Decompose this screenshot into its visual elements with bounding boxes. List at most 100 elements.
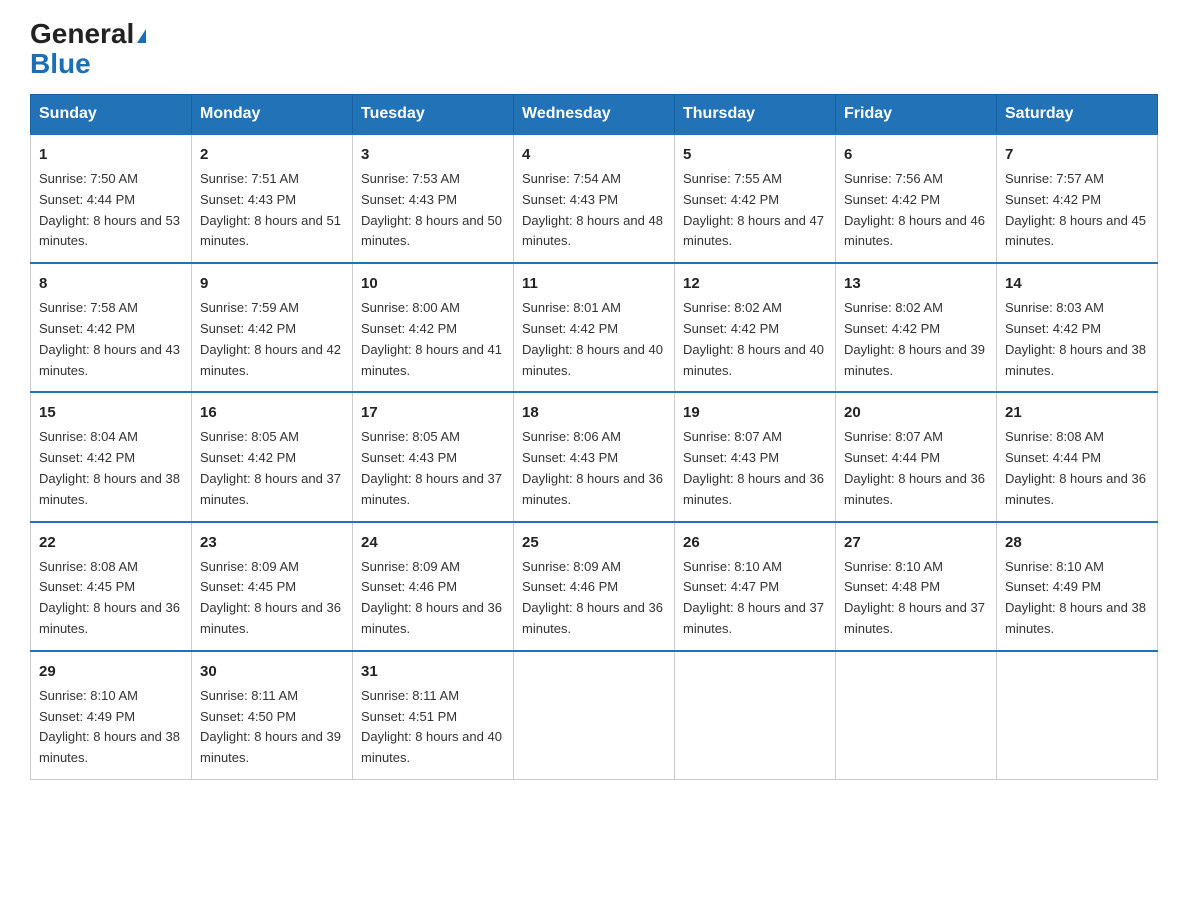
sunset-info: Sunset: 4:44 PM <box>844 450 940 465</box>
sunset-info: Sunset: 4:49 PM <box>1005 579 1101 594</box>
calendar-cell: 31Sunrise: 8:11 AMSunset: 4:51 PMDayligh… <box>353 651 514 780</box>
day-number: 5 <box>683 143 827 167</box>
day-number: 13 <box>844 272 988 296</box>
day-number: 10 <box>361 272 505 296</box>
calendar-cell: 27 Sunrise: 8:10 AM Sunset: 4:48 PM Dayligh… <box>836 522 997 651</box>
day-number: 28 <box>1005 531 1149 555</box>
calendar-cell: 24Sunrise: 8:09 AMSunset: 4:46 PMDayligh… <box>353 522 514 651</box>
sunrise-info: Sunrise: 7:50 AM <box>39 171 138 186</box>
calendar-cell <box>997 651 1158 780</box>
calendar-cell: 28Sunrise: 8:10 AMSunset: 4:49 PMDayligh… <box>997 522 1158 651</box>
day-number: 12 <box>683 272 827 296</box>
daylight-info: Daylight: 8 hours and 41 minutes. <box>361 342 502 378</box>
daylight-info: Daylight: 8 hours and 36 minutes. <box>200 600 341 636</box>
calendar-cell: 29Sunrise: 8:10 AMSunset: 4:49 PMDayligh… <box>31 651 192 780</box>
sunset-info: Sunset: 4:42 PM <box>39 450 135 465</box>
calendar-cell <box>836 651 997 780</box>
day-number: 29 <box>39 660 183 684</box>
daylight-info: Daylight: 8 hours and 53 minutes. <box>39 213 180 249</box>
daylight-info: Daylight: 8 hours and 42 minutes. <box>200 342 341 378</box>
calendar-cell: 9Sunrise: 7:59 AMSunset: 4:42 PMDaylight… <box>192 263 353 392</box>
day-number: 20 <box>844 401 988 425</box>
day-number: 2 <box>200 143 344 167</box>
day-number: 7 <box>1005 143 1149 167</box>
sunset-info: Sunset: 4:42 PM <box>361 321 457 336</box>
col-header-saturday: Saturday <box>997 95 1158 135</box>
daylight-info: Daylight: 8 hours and 36 minutes. <box>1005 471 1146 507</box>
daylight-info: Daylight: 8 hours and 38 minutes. <box>1005 342 1146 378</box>
sunrise-info: Sunrise: 8:00 AM <box>361 300 460 315</box>
sunrise-info: Sunrise: 8:09 AM <box>522 559 621 574</box>
logo: General Blue <box>30 20 146 78</box>
daylight-info: Daylight: 8 hours and 36 minutes. <box>522 471 663 507</box>
calendar-cell: 4Sunrise: 7:54 AMSunset: 4:43 PMDaylight… <box>514 134 675 263</box>
daylight-info: Daylight: 8 hours and 36 minutes. <box>683 471 824 507</box>
sunrise-info: Sunrise: 7:55 AM <box>683 171 782 186</box>
sunrise-info: Sunrise: 8:07 AM <box>844 429 943 444</box>
calendar-cell: 3Sunrise: 7:53 AMSunset: 4:43 PMDaylight… <box>353 134 514 263</box>
sunset-info: Sunset: 4:50 PM <box>200 709 296 724</box>
sunrise-info: Sunrise: 8:01 AM <box>522 300 621 315</box>
week-row-3: 15Sunrise: 8:04 AMSunset: 4:42 PMDayligh… <box>31 392 1158 521</box>
sunset-info: Sunset: 4:42 PM <box>200 450 296 465</box>
sunrise-info: Sunrise: 8:09 AM <box>361 559 460 574</box>
daylight-info: Daylight: 8 hours and 50 minutes. <box>361 213 502 249</box>
week-row-1: 1 Sunrise: 7:50 AM Sunset: 4:44 PM Daylight… <box>31 134 1158 263</box>
col-header-wednesday: Wednesday <box>514 95 675 135</box>
sunset-info: Sunset: 4:48 PM <box>844 579 940 594</box>
col-header-friday: Friday <box>836 95 997 135</box>
daylight-info: Daylight: 8 hours and 39 minutes. <box>200 729 341 765</box>
sunset-info: Sunset: 4:42 PM <box>1005 321 1101 336</box>
daylight-info: Daylight: 8 hours and 38 minutes. <box>39 729 180 765</box>
daylight-info: Daylight: 8 hours and 45 minutes. <box>1005 213 1146 249</box>
sunrise-info: Sunrise: 7:59 AM <box>200 300 299 315</box>
calendar-cell: 26Sunrise: 8:10 AMSunset: 4:47 PMDayligh… <box>675 522 836 651</box>
calendar-cell: 19Sunrise: 8:07 AMSunset: 4:43 PMDayligh… <box>675 392 836 521</box>
week-row-4: 22Sunrise: 8:08 AMSunset: 4:45 PMDayligh… <box>31 522 1158 651</box>
sunset-info: Sunset: 4:51 PM <box>361 709 457 724</box>
calendar-cell: 1 Sunrise: 7:50 AM Sunset: 4:44 PM Daylight… <box>31 134 192 263</box>
calendar-cell: 30Sunrise: 8:11 AMSunset: 4:50 PMDayligh… <box>192 651 353 780</box>
daylight-info: Daylight: 8 hours and 36 minutes. <box>39 600 180 636</box>
day-number: 14 <box>1005 272 1149 296</box>
sunset-info: Sunset: 4:42 PM <box>200 321 296 336</box>
daylight-info: Daylight: 8 hours and 37 minutes. <box>844 600 985 636</box>
daylight-info: Daylight: 8 hours and 37 minutes. <box>683 600 824 636</box>
week-row-2: 8Sunrise: 7:58 AMSunset: 4:42 PMDaylight… <box>31 263 1158 392</box>
day-number: 24 <box>361 531 505 555</box>
day-number: 27 <box>844 531 988 555</box>
calendar-cell: 2Sunrise: 7:51 AMSunset: 4:43 PMDaylight… <box>192 134 353 263</box>
day-number: 15 <box>39 401 183 425</box>
day-number: 8 <box>39 272 183 296</box>
sunrise-info: Sunrise: 7:51 AM <box>200 171 299 186</box>
daylight-info: Daylight: 8 hours and 48 minutes. <box>522 213 663 249</box>
calendar-cell: 21 Sunrise: 8:08 AM Sunset: 4:44 PM Dayligh… <box>997 392 1158 521</box>
day-number: 16 <box>200 401 344 425</box>
daylight-info: Daylight: 8 hours and 47 minutes. <box>683 213 824 249</box>
calendar-cell: 6Sunrise: 7:56 AMSunset: 4:42 PMDaylight… <box>836 134 997 263</box>
day-number: 25 <box>522 531 666 555</box>
sunset-info: Sunset: 4:44 PM <box>39 192 135 207</box>
sunrise-info: Sunrise: 8:08 AM <box>1005 429 1104 444</box>
calendar-cell: 8Sunrise: 7:58 AMSunset: 4:42 PMDaylight… <box>31 263 192 392</box>
sunset-info: Sunset: 4:42 PM <box>683 321 779 336</box>
sunrise-info: Sunrise: 8:11 AM <box>361 688 459 703</box>
calendar-cell: 15Sunrise: 8:04 AMSunset: 4:42 PMDayligh… <box>31 392 192 521</box>
day-number: 11 <box>522 272 666 296</box>
day-number: 6 <box>844 143 988 167</box>
day-number: 30 <box>200 660 344 684</box>
day-number: 18 <box>522 401 666 425</box>
daylight-info: Daylight: 8 hours and 37 minutes. <box>361 471 502 507</box>
day-number: 1 <box>39 143 183 167</box>
daylight-info: Daylight: 8 hours and 38 minutes. <box>39 471 180 507</box>
sunset-info: Sunset: 4:42 PM <box>522 321 618 336</box>
day-number: 4 <box>522 143 666 167</box>
col-header-thursday: Thursday <box>675 95 836 135</box>
col-header-sunday: Sunday <box>31 95 192 135</box>
sunset-info: Sunset: 4:43 PM <box>683 450 779 465</box>
sunrise-info: Sunrise: 8:10 AM <box>844 559 943 574</box>
daylight-info: Daylight: 8 hours and 36 minutes. <box>844 471 985 507</box>
calendar-cell: 23Sunrise: 8:09 AMSunset: 4:45 PMDayligh… <box>192 522 353 651</box>
sunset-info: Sunset: 4:44 PM <box>1005 450 1101 465</box>
day-number: 21 <box>1005 401 1149 425</box>
